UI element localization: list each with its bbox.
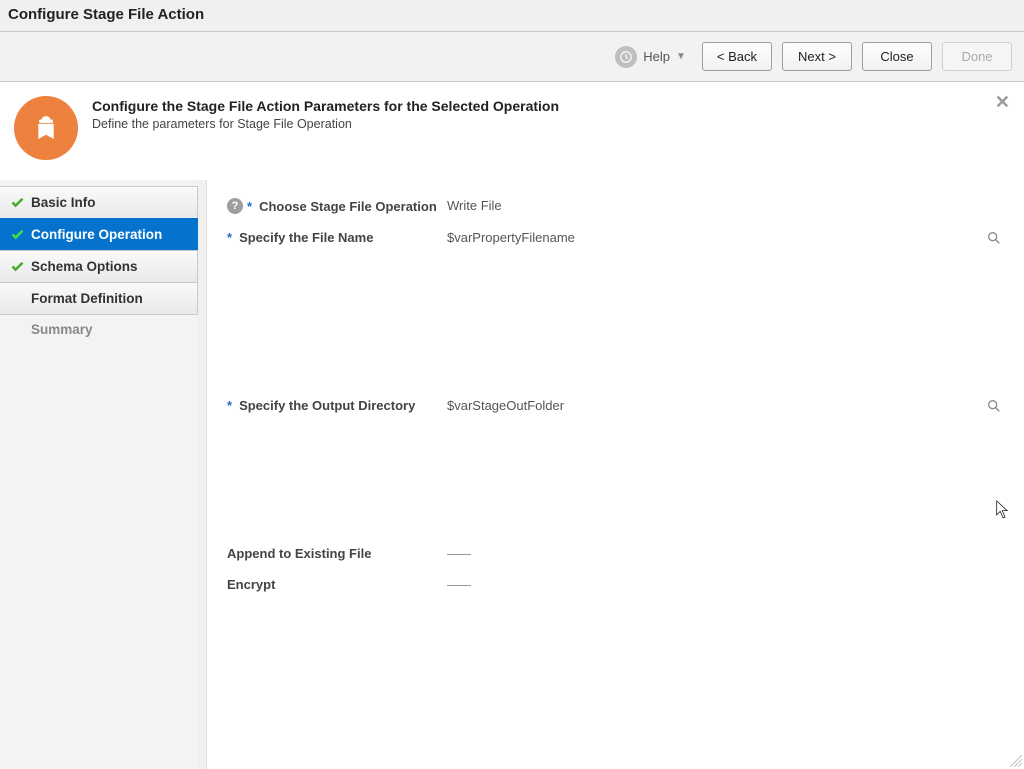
step-label: Summary <box>31 322 93 337</box>
close-icon[interactable]: ✕ <box>995 92 1010 113</box>
titlebar: Configure Stage File Action <box>0 0 1024 32</box>
required-icon: * <box>227 398 232 413</box>
required-icon: * <box>227 230 232 245</box>
row-choose-operation: ? * Choose Stage File Operation Write Fi… <box>227 198 1004 214</box>
wizard-body: Basic Info Configure Operation Schema Op… <box>0 180 1024 769</box>
check-icon <box>10 227 25 242</box>
intro-heading: Configure the Stage File Action Paramete… <box>92 98 559 114</box>
field-value: $varPropertyFilename <box>447 230 986 245</box>
empty-value-icon <box>447 554 471 555</box>
next-button[interactable]: Next > <box>782 42 852 71</box>
field-label: Specify the File Name <box>239 230 373 245</box>
close-button[interactable]: Close <box>862 42 932 71</box>
done-button: Done <box>942 42 1012 71</box>
step-format-definition[interactable]: Format Definition <box>0 282 198 315</box>
step-basic-info[interactable]: Basic Info <box>0 186 198 219</box>
page-title: Configure Stage File Action <box>8 6 1016 23</box>
chevron-down-icon: ▼ <box>676 51 686 62</box>
empty-value-icon <box>447 585 471 586</box>
resize-grip-icon[interactable] <box>1010 755 1022 767</box>
step-label: Schema Options <box>31 259 138 274</box>
expression-builder-button[interactable] <box>986 398 1004 416</box>
help-menu[interactable]: Help ▼ <box>615 46 686 68</box>
wizard-steps: Basic Info Configure Operation Schema Op… <box>0 180 198 769</box>
field-label: Choose Stage File Operation <box>259 199 437 214</box>
step-summary: Summary <box>0 314 198 345</box>
step-schema-options[interactable]: Schema Options <box>0 250 198 283</box>
check-icon <box>10 259 25 274</box>
field-label: Encrypt <box>227 577 275 592</box>
form-panel: ? * Choose Stage File Operation Write Fi… <box>206 180 1024 769</box>
field-value <box>447 577 1004 592</box>
required-icon: * <box>247 199 252 214</box>
help-label: Help <box>643 49 670 64</box>
expression-builder-button[interactable] <box>986 230 1004 248</box>
step-configure-operation[interactable]: Configure Operation <box>0 218 198 251</box>
clock-icon <box>615 46 637 68</box>
intro-sub: Define the parameters for Stage File Ope… <box>92 117 559 131</box>
field-value: Write File <box>447 198 1004 213</box>
back-button[interactable]: < Back <box>702 42 772 71</box>
stage-file-icon <box>14 96 78 160</box>
step-label: Configure Operation <box>31 227 162 242</box>
row-encrypt: Encrypt <box>227 577 1004 592</box>
step-label: Format Definition <box>31 291 143 306</box>
row-file-name: * Specify the File Name $varPropertyFile… <box>227 230 1004 248</box>
intro-banner: Configure the Stage File Action Paramete… <box>0 82 1024 180</box>
field-value <box>447 546 1004 561</box>
step-label: Basic Info <box>31 195 96 210</box>
check-icon <box>10 195 25 210</box>
row-append: Append to Existing File <box>227 546 1004 561</box>
row-output-directory: * Specify the Output Directory $varStage… <box>227 398 1004 416</box>
help-icon[interactable]: ? <box>227 198 243 214</box>
field-label: Append to Existing File <box>227 546 371 561</box>
field-value: $varStageOutFolder <box>447 398 986 413</box>
field-label: Specify the Output Directory <box>239 398 415 413</box>
toolbar: Help ▼ < Back Next > Close Done <box>0 32 1024 82</box>
